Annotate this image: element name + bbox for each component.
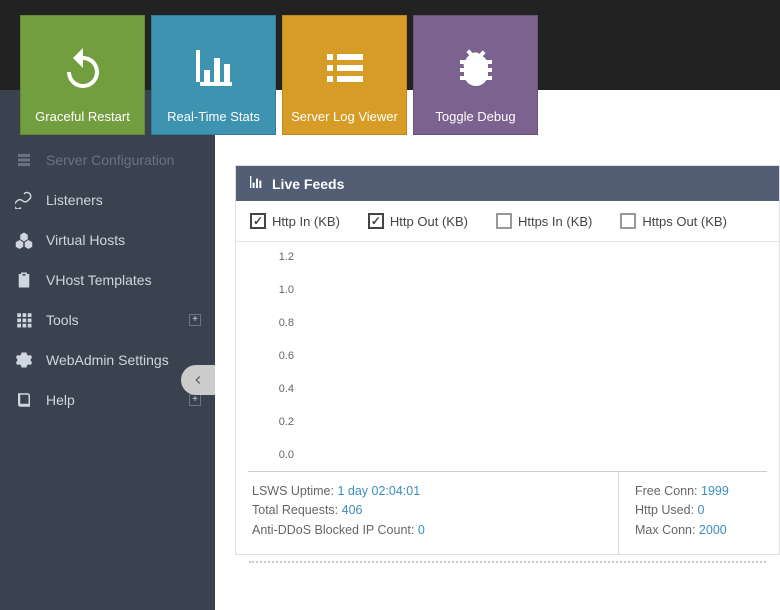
checkbox-icon — [368, 213, 384, 229]
y-tick: 0.2 — [258, 417, 294, 428]
sidebar-item-label: Virtual Hosts — [46, 232, 125, 248]
stat-uptime: LSWS Uptime: 1 day 02:04:01 — [252, 482, 602, 501]
y-axis-ticks: 1.2 1.0 0.8 0.6 0.4 0.2 0.0 — [258, 252, 294, 461]
stats-icon — [190, 26, 238, 109]
checkbox-icon — [250, 213, 266, 229]
link-icon — [14, 190, 34, 210]
stats-row: LSWS Uptime: 1 day 02:04:01 Total Reques… — [236, 472, 779, 554]
expand-icon: + — [189, 314, 201, 326]
gear-icon — [14, 350, 34, 370]
grid-icon — [14, 310, 34, 330]
y-tick: 0.6 — [258, 351, 294, 362]
chart-icon — [248, 174, 264, 193]
tile-label: Real-Time Stats — [167, 109, 260, 124]
book-icon — [14, 390, 34, 410]
main-content: Live Feeds Http In (KB) Http Out (KB) Ht… — [215, 150, 780, 610]
sidebar-item-virtual-hosts[interactable]: Virtual Hosts — [0, 220, 215, 260]
restart-icon — [59, 26, 107, 109]
y-tick: 1.0 — [258, 285, 294, 296]
stat-free-conn: Free Conn: 1999 — [635, 482, 763, 501]
sidebar-item-label: VHost Templates — [46, 272, 152, 288]
stat-max-conn: Max Conn: 2000 — [635, 521, 763, 540]
tile-label: Toggle Debug — [435, 109, 515, 124]
sidebar-item-label: WebAdmin Settings — [46, 352, 169, 368]
sidebar-item-label: Tools — [46, 312, 79, 328]
sidebar-collapse-button[interactable] — [181, 365, 215, 395]
stat-http-used: Http Used: 0 — [635, 501, 763, 520]
live-feed-chart: 1.2 1.0 0.8 0.6 0.4 0.2 0.0 — [248, 242, 767, 472]
server-log-viewer-tile[interactable]: Server Log Viewer — [282, 15, 407, 135]
sidebar-item-label: Help — [46, 392, 75, 408]
cubes-icon — [14, 230, 34, 250]
tile-label: Graceful Restart — [35, 109, 130, 124]
stat-blocked-ip: Anti-DDoS Blocked IP Count: 0 — [252, 521, 602, 540]
y-tick: 1.2 — [258, 252, 294, 263]
stats-left: LSWS Uptime: 1 day 02:04:01 Total Reques… — [236, 472, 619, 554]
filter-http-out[interactable]: Http Out (KB) — [368, 213, 468, 229]
feed-filters: Http In (KB) Http Out (KB) Https In (KB)… — [236, 201, 779, 242]
filter-https-in[interactable]: Https In (KB) — [496, 213, 592, 229]
checkbox-icon — [496, 213, 512, 229]
stat-total-requests: Total Requests: 406 — [252, 501, 602, 520]
filter-label: Http Out (KB) — [390, 214, 468, 229]
filter-label: Https In (KB) — [518, 214, 592, 229]
stats-right: Free Conn: 1999 Http Used: 0 Max Conn: 2… — [619, 472, 779, 554]
sidebar: Server Configuration Listeners Virtual H… — [0, 90, 215, 610]
y-tick: 0.8 — [258, 318, 294, 329]
list-icon — [321, 26, 369, 109]
sidebar-item-label: Listeners — [46, 192, 103, 208]
filter-https-out[interactable]: Https Out (KB) — [620, 213, 727, 229]
y-tick: 0.4 — [258, 384, 294, 395]
expand-icon: + — [189, 394, 201, 406]
toggle-debug-tile[interactable]: Toggle Debug — [413, 15, 538, 135]
server-icon — [14, 150, 34, 170]
divider — [249, 561, 766, 563]
action-tiles: Graceful Restart Real-Time Stats Server … — [20, 15, 538, 135]
sidebar-item-server-configuration[interactable]: Server Configuration — [0, 140, 215, 180]
y-tick: 0.0 — [258, 450, 294, 461]
panel-title: Live Feeds — [272, 176, 344, 192]
clipboard-icon — [14, 270, 34, 290]
tile-label: Server Log Viewer — [291, 109, 398, 124]
filter-http-in[interactable]: Http In (KB) — [250, 213, 340, 229]
sidebar-item-vhost-templates[interactable]: VHost Templates — [0, 260, 215, 300]
filter-label: Http In (KB) — [272, 214, 340, 229]
checkbox-icon — [620, 213, 636, 229]
sidebar-item-label: Server Configuration — [46, 152, 174, 168]
live-feeds-panel: Live Feeds Http In (KB) Http Out (KB) Ht… — [235, 165, 780, 555]
sidebar-item-tools[interactable]: Tools + — [0, 300, 215, 340]
panel-header: Live Feeds — [236, 166, 779, 201]
bug-icon — [452, 26, 500, 109]
filter-label: Https Out (KB) — [642, 214, 727, 229]
graceful-restart-tile[interactable]: Graceful Restart — [20, 15, 145, 135]
realtime-stats-tile[interactable]: Real-Time Stats — [151, 15, 276, 135]
sidebar-item-listeners[interactable]: Listeners — [0, 180, 215, 220]
